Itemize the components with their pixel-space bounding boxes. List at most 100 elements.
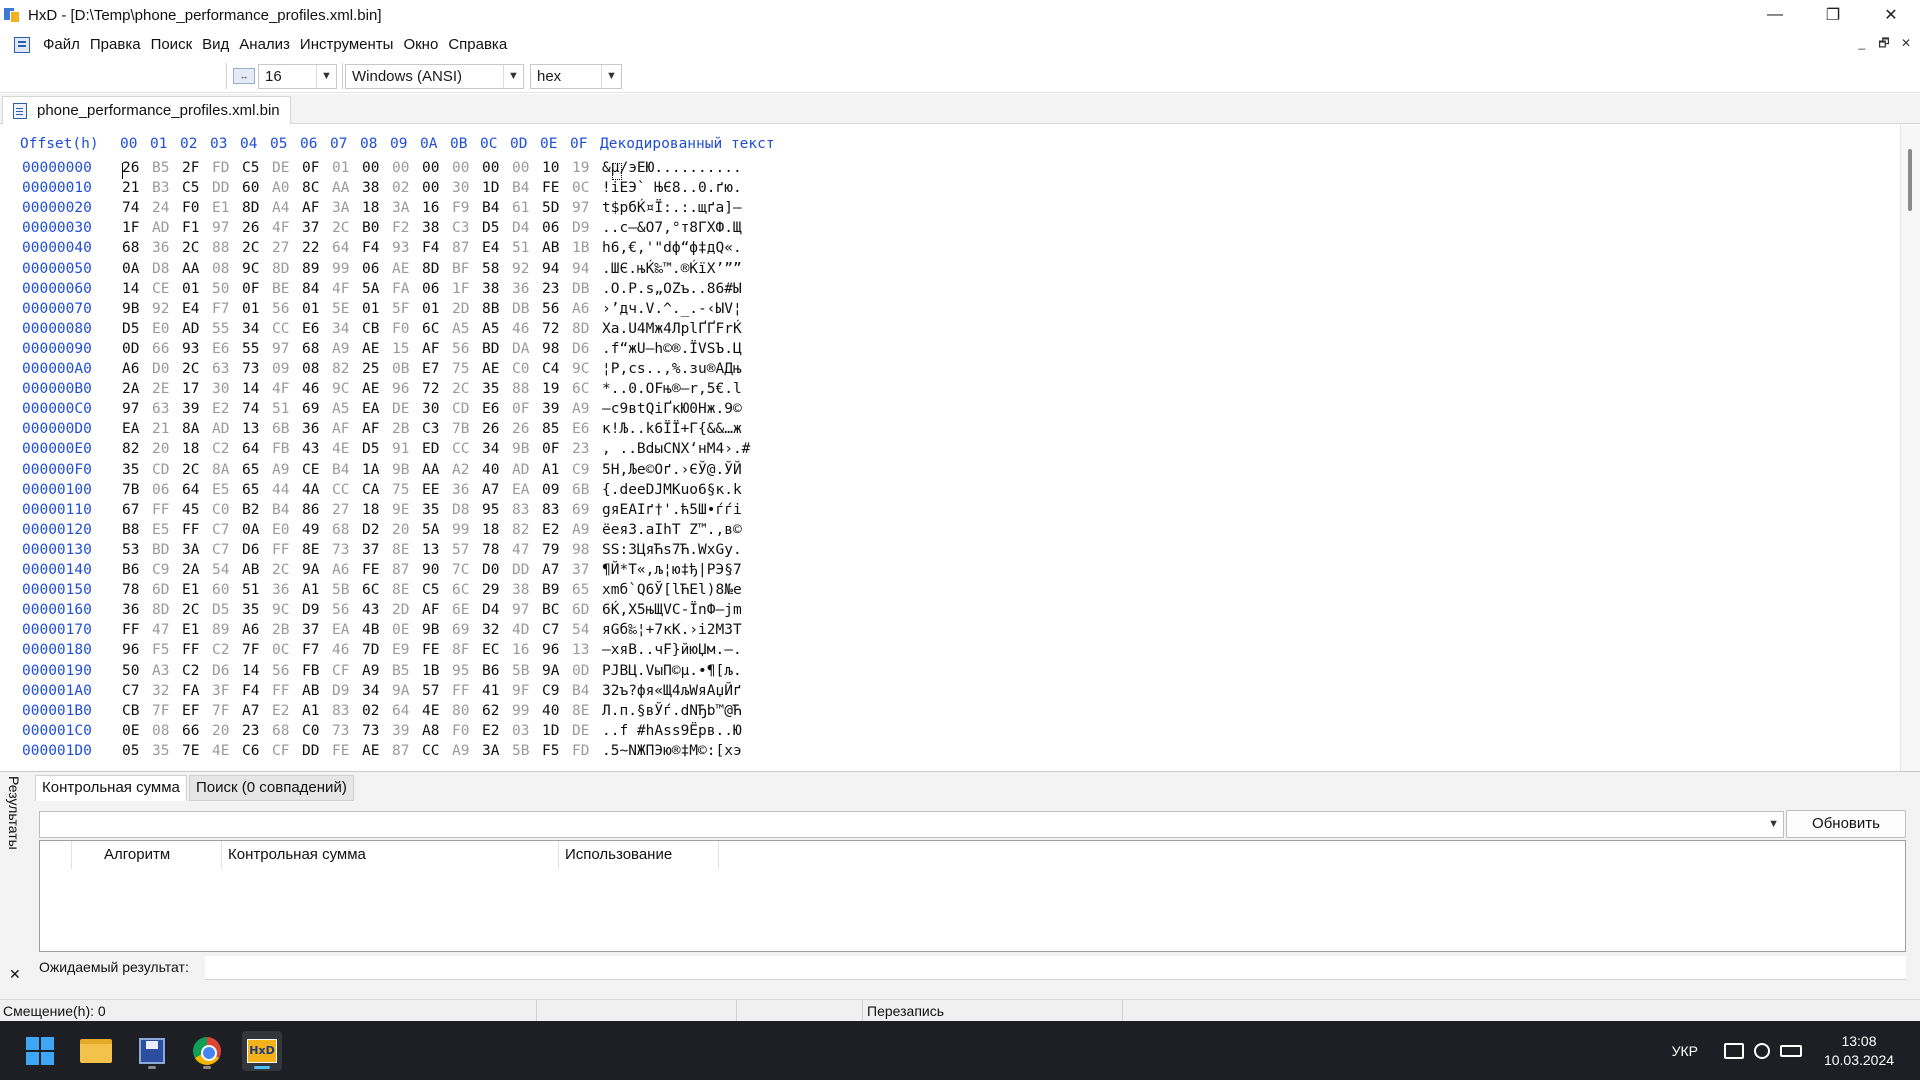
hex-byte[interactable]: 83 (332, 703, 362, 719)
hex-byte[interactable]: FF (182, 522, 212, 538)
hex-byte[interactable]: 99 (332, 261, 362, 277)
hex-byte[interactable]: D6 (572, 341, 602, 357)
row-decoded-text[interactable]: ..f #hАss9Ёрв..Ю (602, 723, 772, 739)
hex-byte[interactable]: D4 (482, 602, 512, 618)
hex-byte[interactable]: 78 (122, 582, 152, 598)
hex-byte[interactable]: CF (332, 663, 362, 679)
hex-byte[interactable]: 73 (332, 542, 362, 558)
hex-byte[interactable]: 4E (422, 703, 452, 719)
hex-byte[interactable]: A1 (302, 582, 332, 598)
hex-byte[interactable]: 0D (572, 663, 602, 679)
hex-byte[interactable]: E4 (482, 240, 512, 256)
hex-byte[interactable]: 56 (332, 602, 362, 618)
row-decoded-text[interactable]: ›’дч.V.^._.-‹ЫV¦ (602, 301, 772, 317)
hex-byte[interactable]: 0F (542, 441, 572, 457)
hex-byte[interactable]: 00 (512, 160, 542, 176)
hex-byte[interactable]: 8D (272, 261, 302, 277)
hex-byte[interactable]: C9 (152, 562, 182, 578)
scrollbar-thumb[interactable] (1908, 149, 1912, 211)
hex-byte[interactable]: A6 (332, 562, 362, 578)
hex-byte[interactable]: FE (542, 180, 572, 196)
hex-byte[interactable]: 80 (452, 703, 482, 719)
menu-analysis[interactable]: Анализ (234, 31, 295, 58)
hex-byte[interactable]: 09 (542, 482, 572, 498)
hex-editor[interactable]: Offset(h) 00 01 02 03 04 05 06 07 08 09 0A 0B 0C 0D 0E… (0, 125, 1900, 771)
hex-byte[interactable]: 0F (512, 401, 542, 417)
menu-tools[interactable]: Инструменты (295, 31, 399, 58)
hex-byte[interactable]: 41 (482, 683, 512, 699)
hex-byte[interactable]: D2 (362, 522, 392, 538)
hex-byte[interactable]: 01 (302, 301, 332, 317)
hex-byte[interactable]: 1D (482, 180, 512, 196)
hex-byte[interactable]: 06 (362, 261, 392, 277)
hex-byte[interactable]: AE (362, 381, 392, 397)
hex-byte[interactable]: 13 (422, 542, 452, 558)
hex-byte[interactable]: 56 (272, 663, 302, 679)
hex-byte[interactable]: 40 (482, 462, 512, 478)
hex-byte[interactable]: D9 (572, 220, 602, 236)
close-button[interactable]: ✕ (1862, 0, 1920, 30)
hex-byte[interactable]: 6C (452, 582, 482, 598)
hex-byte[interactable]: 34 (332, 321, 362, 337)
hex-byte[interactable]: AB (542, 240, 572, 256)
hex-byte[interactable]: 6B (272, 421, 302, 437)
hex-byte[interactable]: 5B (512, 743, 542, 759)
clock[interactable]: 13:08 10.03.2024 (1812, 1032, 1906, 1070)
hex-byte[interactable]: FF (452, 683, 482, 699)
hex-byte[interactable]: 93 (392, 240, 422, 256)
close-panel-icon[interactable]: ✕ (9, 966, 21, 983)
hex-byte[interactable]: CC (272, 321, 302, 337)
hex-byte[interactable]: A8 (422, 723, 452, 739)
hex-byte[interactable]: 4F (272, 381, 302, 397)
hex-byte[interactable]: AD (182, 321, 212, 337)
document-menu-icon[interactable] (14, 36, 30, 53)
hex-byte[interactable]: E1 (182, 582, 212, 598)
hex-byte[interactable]: 8E (392, 542, 422, 558)
hex-byte[interactable]: 10 (542, 160, 572, 176)
hex-byte[interactable]: 38 (482, 281, 512, 297)
offset-base-select[interactable]: hex ▼ (530, 64, 622, 89)
hex-byte[interactable]: 1F (452, 281, 482, 297)
hex-byte[interactable]: 1A (362, 462, 392, 478)
hex-byte[interactable]: 43 (362, 602, 392, 618)
hex-byte[interactable]: 87 (452, 240, 482, 256)
hex-byte[interactable]: 86 (302, 502, 332, 518)
row-decoded-text[interactable]: ..с—&O7,°т8ГХФ.Щ (602, 220, 772, 236)
hex-byte[interactable]: 7E (182, 743, 212, 759)
hex-byte[interactable]: A4 (272, 200, 302, 216)
row-decoded-text[interactable]: ёеяЗ.аIhТ Z™.‚в© (602, 522, 772, 538)
hex-byte[interactable]: 4E (332, 441, 362, 457)
hex-byte[interactable]: 36 (272, 582, 302, 598)
hex-byte[interactable]: 96 (122, 642, 152, 658)
hex-byte[interactable]: 4F (332, 281, 362, 297)
hex-byte[interactable]: 2A (122, 381, 152, 397)
hex-byte[interactable]: C2 (182, 663, 212, 679)
hex-byte[interactable]: 0E (122, 723, 152, 739)
hex-byte[interactable]: D5 (482, 220, 512, 236)
hex-byte[interactable]: C7 (212, 542, 242, 558)
row-decoded-text[interactable]: Л.п.§вЎѓ.dNЂb™@Ћ (602, 703, 772, 719)
hex-byte[interactable]: E2 (212, 401, 242, 417)
hex-byte[interactable]: 0F (302, 160, 332, 176)
hex-byte[interactable]: 75 (452, 361, 482, 377)
hex-byte[interactable]: 73 (332, 723, 362, 739)
hex-byte[interactable]: C0 (302, 723, 332, 739)
hex-byte[interactable]: C7 (542, 622, 572, 638)
hex-byte[interactable]: 18 (182, 441, 212, 457)
hex-byte[interactable]: 54 (212, 562, 242, 578)
hex-byte[interactable]: 2E (152, 381, 182, 397)
hex-byte[interactable]: 47 (512, 542, 542, 558)
hex-byte[interactable]: AF (422, 602, 452, 618)
hex-byte[interactable]: DD (302, 743, 332, 759)
hex-byte[interactable]: 62 (482, 703, 512, 719)
hex-byte[interactable]: 73 (242, 361, 272, 377)
hex-byte[interactable]: E4 (182, 301, 212, 317)
hex-byte[interactable]: A9 (272, 462, 302, 478)
hex-byte[interactable]: 02 (392, 180, 422, 196)
hex-byte[interactable]: 83 (512, 502, 542, 518)
hex-byte[interactable]: 95 (452, 663, 482, 679)
hex-byte[interactable]: 2B (392, 421, 422, 437)
hex-byte[interactable]: AE (482, 361, 512, 377)
hex-byte[interactable]: 6C (572, 381, 602, 397)
hex-byte[interactable]: 46 (512, 321, 542, 337)
